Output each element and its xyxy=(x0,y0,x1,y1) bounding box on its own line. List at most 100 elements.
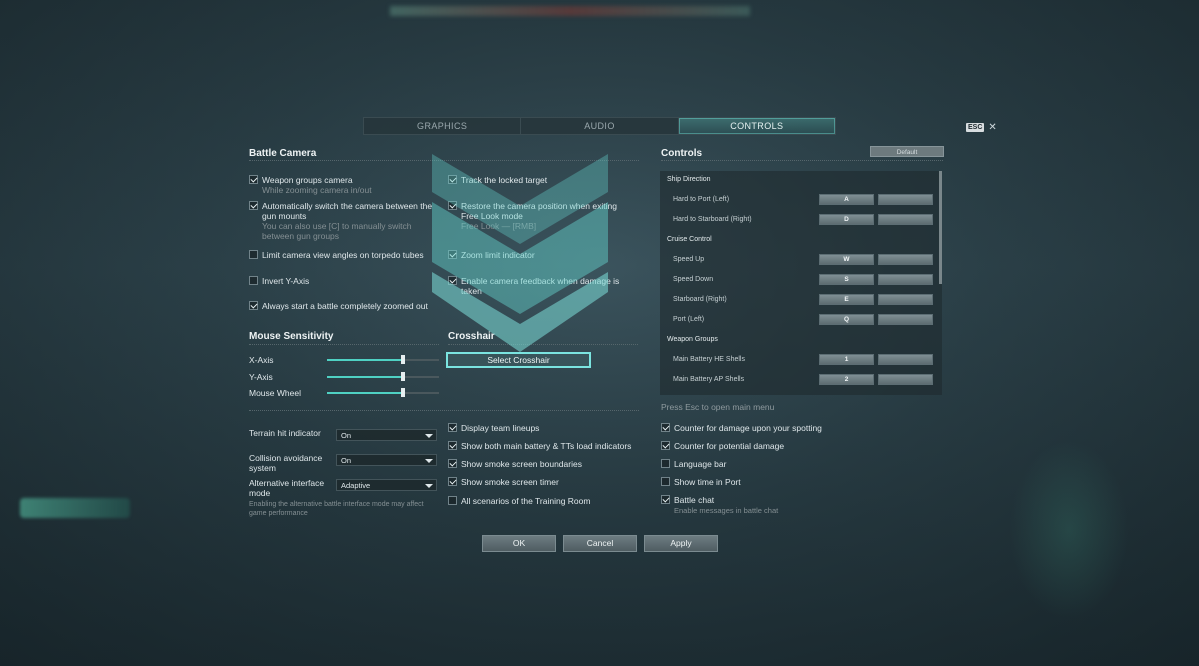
tab-graphics[interactable]: GRAPHICS xyxy=(364,118,522,134)
ok-button[interactable]: OK xyxy=(482,535,556,552)
slider-y-axis[interactable] xyxy=(327,372,439,381)
key-binding-primary[interactable]: W xyxy=(819,254,874,265)
checkbox-box[interactable] xyxy=(661,495,670,504)
slider-mouse-wheel[interactable] xyxy=(327,388,439,397)
checkbox-label: Automatically switch the camera between … xyxy=(262,201,433,221)
checkbox-track-locked-target[interactable]: Track the locked target xyxy=(448,175,633,185)
default-button[interactable]: Default xyxy=(870,146,944,157)
key-binding-primary[interactable]: S xyxy=(819,274,874,285)
tab-audio[interactable]: AUDIO xyxy=(521,118,679,134)
checkbox-start-zoomed-out[interactable]: Always start a battle completely zoomed … xyxy=(249,301,439,311)
checkbox-sub: You can also use [C] to manually switch … xyxy=(262,221,412,241)
divider xyxy=(661,160,943,161)
checkbox-box[interactable] xyxy=(448,459,457,468)
checkbox-time-in-port[interactable]: Show time in Port xyxy=(661,477,861,487)
checkbox-label: Show time in Port xyxy=(674,477,741,487)
action-port: Port (Left) xyxy=(673,316,705,323)
key-binding-secondary[interactable] xyxy=(878,214,933,225)
mouse-sensitivity-title: Mouse Sensitivity xyxy=(249,331,334,342)
checkbox-sub: Free Look — [RMB] xyxy=(461,221,537,231)
key-binding-secondary[interactable] xyxy=(878,254,933,265)
alt-interface-note: Enabling the alternative battle interfac… xyxy=(249,501,424,517)
checkbox-battle-chat[interactable]: Battle chat Enable messages in battle ch… xyxy=(661,495,861,516)
checkbox-training-room[interactable]: All scenarios of the Training Room xyxy=(448,496,638,506)
checkbox-invert-y-axis[interactable]: Invert Y-Axis xyxy=(249,276,439,286)
chevron-down-icon xyxy=(425,459,433,463)
checkbox-label: Restore the camera position when exiting… xyxy=(461,201,617,221)
checkbox-box[interactable] xyxy=(661,423,670,432)
checkbox-box[interactable] xyxy=(448,423,457,432)
key-binding-primary[interactable]: A xyxy=(819,194,874,205)
checkbox-sub: While zooming camera in/out xyxy=(262,185,372,195)
key-binding-primary[interactable]: 1 xyxy=(819,354,874,365)
checkbox-auto-switch-camera[interactable]: Automatically switch the camera between … xyxy=(249,201,439,241)
checkbox-box[interactable] xyxy=(448,201,457,210)
checkbox-sub: Enable messages in battle chat xyxy=(674,506,779,515)
chevron-down-icon xyxy=(425,484,433,488)
slider-fill xyxy=(327,359,404,361)
close-settings[interactable]: ESC ✕ xyxy=(966,123,997,133)
checkbox-box[interactable] xyxy=(448,250,457,259)
checkbox-damage-spotting[interactable]: Counter for damage upon your spotting xyxy=(661,423,861,433)
checkbox-label: Counter for damage upon your spotting xyxy=(674,423,822,433)
slider-label-y-axis: Y-Axis xyxy=(249,372,273,382)
checkbox-box[interactable] xyxy=(661,459,670,468)
key-binding-secondary[interactable] xyxy=(878,354,933,365)
slider-thumb[interactable] xyxy=(401,372,406,381)
checkbox-box[interactable] xyxy=(249,201,258,210)
checkbox-restore-camera-position[interactable]: Restore the camera position when exiting… xyxy=(448,201,633,231)
checkbox-load-indicators[interactable]: Show both main battery & TTs load indica… xyxy=(448,441,638,451)
key-binding-primary[interactable]: D xyxy=(819,214,874,225)
dropdown-terrain-hit-indicator[interactable]: On xyxy=(336,429,437,441)
slider-thumb[interactable] xyxy=(401,355,406,364)
slider-fill xyxy=(327,376,404,378)
background-hud-strip xyxy=(390,6,750,16)
slider-fill xyxy=(327,392,404,394)
checkbox-zoom-limit-indicator[interactable]: Zoom limit indicator xyxy=(448,250,633,260)
checkbox-smoke-boundaries[interactable]: Show smoke screen boundaries xyxy=(448,459,638,469)
checkbox-box[interactable] xyxy=(249,250,258,259)
key-binding-secondary[interactable] xyxy=(878,374,933,385)
slider-x-axis[interactable] xyxy=(327,355,439,364)
apply-button[interactable]: Apply xyxy=(644,535,718,552)
select-crosshair-button[interactable]: Select Crosshair xyxy=(446,352,591,368)
close-icon[interactable]: ✕ xyxy=(988,123,996,133)
checkbox-smoke-timer[interactable]: Show smoke screen timer xyxy=(448,477,638,487)
key-binding-secondary[interactable] xyxy=(878,314,933,325)
key-binding-primary[interactable]: 2 xyxy=(819,374,874,385)
key-binding-secondary[interactable] xyxy=(878,194,933,205)
checkbox-limit-torpedo-angles[interactable]: Limit camera view angles on torpedo tube… xyxy=(249,250,439,260)
keybinding-scrollbar[interactable] xyxy=(939,171,942,284)
cancel-button[interactable]: Cancel xyxy=(563,535,637,552)
checkbox-label: Language bar xyxy=(674,459,727,469)
checkbox-box[interactable] xyxy=(661,441,670,450)
checkbox-box[interactable] xyxy=(661,477,670,486)
checkbox-potential-damage[interactable]: Counter for potential damage xyxy=(661,441,861,451)
key-binding-secondary[interactable] xyxy=(878,294,933,305)
checkbox-box[interactable] xyxy=(448,477,457,486)
checkbox-box[interactable] xyxy=(249,276,258,285)
slider-thumb[interactable] xyxy=(401,388,406,397)
tab-controls[interactable]: CONTROLS xyxy=(678,118,835,134)
checkbox-language-bar[interactable]: Language bar xyxy=(661,459,861,469)
checkbox-box[interactable] xyxy=(448,175,457,184)
action-speed-up: Speed Up xyxy=(673,256,705,263)
checkbox-camera-feedback-damage[interactable]: Enable camera feedback when damage is ta… xyxy=(448,276,638,296)
dropdown-value: Adaptive xyxy=(341,481,371,490)
controls-title: Controls xyxy=(661,148,703,159)
dropdown-collision-avoidance[interactable]: On xyxy=(336,454,437,466)
key-binding-secondary[interactable] xyxy=(878,274,933,285)
key-binding-primary[interactable]: E xyxy=(819,294,874,305)
checkbox-box[interactable] xyxy=(249,301,258,310)
keybinding-list[interactable]: Ship Direction Hard to Port (Left) A Har… xyxy=(660,171,942,395)
checkbox-box[interactable] xyxy=(448,276,457,285)
checkbox-box[interactable] xyxy=(448,441,457,450)
checkbox-weapon-groups-camera[interactable]: Weapon groups camera While zooming camer… xyxy=(249,175,439,195)
checkbox-box[interactable] xyxy=(448,496,457,505)
dropdown-alternative-interface[interactable]: Adaptive xyxy=(336,479,437,491)
divider xyxy=(249,410,639,411)
checkbox-box[interactable] xyxy=(249,175,258,184)
key-binding-primary[interactable]: Q xyxy=(819,314,874,325)
checkbox-team-lineups[interactable]: Display team lineups xyxy=(448,423,638,433)
checkbox-label: Zoom limit indicator xyxy=(461,250,535,260)
